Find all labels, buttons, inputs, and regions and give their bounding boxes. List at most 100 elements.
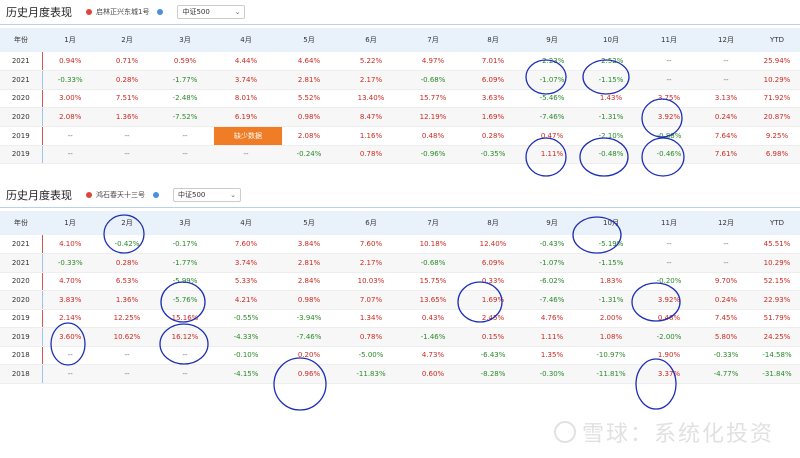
column-header: 12月 <box>698 211 754 235</box>
ytd-cell: -31.84% <box>754 364 800 384</box>
month-cell: 0.47% <box>522 126 582 146</box>
table-row: 2020 4.70% 6.53% -5.99% 5.33% 2.84% 10.03% 15.7… <box>0 272 800 291</box>
month-cell: -1.07% <box>522 253 582 273</box>
column-header: 3月 <box>156 211 214 235</box>
month-cell: 8.47% <box>340 107 402 127</box>
month-cell: -2.23% <box>522 52 582 71</box>
month-cell: 3.92% <box>640 290 698 310</box>
month-cell: 1.11% <box>522 145 582 164</box>
ytd-cell: 52.15% <box>754 272 800 291</box>
column-header: 10月 <box>582 211 640 235</box>
month-cell: -- <box>41 145 98 164</box>
month-cell: -0.10% <box>214 346 278 365</box>
month-cell: 缺少数据 <box>214 126 282 146</box>
month-cell: 0.48% <box>640 309 698 328</box>
column-header: 8月 <box>464 28 522 52</box>
table-row: 2021 -0.33% 0.28% -1.77% 3.74% 2.81% 2.17% -0.6… <box>0 253 800 273</box>
month-cell: 12.40% <box>464 235 522 254</box>
column-header: 1月 <box>42 211 98 235</box>
month-cell: -11.81% <box>582 364 640 384</box>
panel-header: 历史月度表现 鸿石春天十三号 中证500 ⌄ <box>0 183 800 207</box>
month-cell: -- <box>41 126 98 146</box>
column-header: YTD <box>754 28 800 52</box>
year-cell: 2018 <box>0 364 42 384</box>
month-cell: -0.35% <box>464 145 522 164</box>
month-cell: 7.45% <box>698 309 754 328</box>
month-cell: 0.60% <box>402 364 464 384</box>
month-cell: -1.31% <box>582 290 640 310</box>
column-header: YTD <box>754 211 800 235</box>
month-cell: 0.71% <box>98 52 156 71</box>
month-cell: -5.00% <box>340 346 402 365</box>
month-cell: 15.16% <box>156 309 214 328</box>
month-cell: 13.65% <box>402 290 464 310</box>
month-cell: -0.46% <box>640 145 698 164</box>
month-cell: 2.17% <box>340 253 402 273</box>
month-cell: -7.46% <box>278 327 340 347</box>
month-cell: 15.77% <box>402 89 464 108</box>
benchmark-select[interactable]: 中证500 ⌄ <box>177 5 246 19</box>
month-cell: -2.10% <box>582 126 640 146</box>
legend-fund[interactable]: 启林正兴东城1号 <box>86 7 149 17</box>
month-cell: -0.48% <box>582 145 640 164</box>
month-cell: -0.96% <box>402 145 464 164</box>
month-cell: 9.70% <box>698 272 754 291</box>
month-cell: -5.19% <box>582 235 640 254</box>
month-cell: 7.64% <box>698 126 754 146</box>
month-cell: 0.78% <box>340 327 402 347</box>
month-cell: -- <box>156 126 214 146</box>
month-cell: -0.68% <box>402 253 464 273</box>
month-cell: 1.08% <box>582 327 640 347</box>
month-cell: 0.28% <box>98 253 156 273</box>
chevron-down-icon: ⌄ <box>234 8 241 16</box>
month-cell: 4.10% <box>41 235 98 254</box>
month-cell: -5.46% <box>522 89 582 108</box>
month-cell: 1.43% <box>582 89 640 108</box>
column-header: 4月 <box>214 211 278 235</box>
ytd-cell: 6.98% <box>754 145 800 164</box>
table-row: 2021 0.94% 0.71% 0.59% 4.44% 4.64% 5.22% 4.97% 7… <box>0 52 800 71</box>
benchmark-select[interactable]: 中证500 ⌄ <box>173 188 241 202</box>
month-cell: 12.25% <box>98 309 156 328</box>
index-dot-icon <box>153 192 159 198</box>
month-cell: -0.20% <box>640 272 698 291</box>
column-header: 8月 <box>464 211 522 235</box>
month-cell: 10.62% <box>98 327 156 347</box>
month-cell: 7.61% <box>698 145 754 164</box>
month-cell: 16.12% <box>156 327 214 347</box>
legend-index[interactable] <box>157 9 167 15</box>
column-header: 3月 <box>156 28 214 52</box>
panel-title: 历史月度表现 <box>6 6 72 19</box>
month-cell: -10.97% <box>582 346 640 365</box>
ytd-cell: 22.93% <box>754 290 800 310</box>
month-cell: 7.60% <box>214 235 278 254</box>
column-header: 7月 <box>402 211 464 235</box>
month-cell: -2.52% <box>582 52 640 71</box>
table-row: 2019 2.14% 12.25% 15.16% -0.55% -3.94% 1.34% 0.… <box>0 309 800 328</box>
month-cell: 1.35% <box>522 346 582 365</box>
month-cell: -0.33% <box>41 253 98 273</box>
table-row: 2019 -- -- -- -- -0.24% 0.78% -0.96% -0.35% 1.11%… <box>0 145 800 164</box>
month-cell: 8.01% <box>214 89 278 108</box>
watermark: 雪球：系统化投资 <box>553 416 774 448</box>
month-cell: 4.64% <box>278 52 340 71</box>
month-cell: -2.00% <box>640 327 698 347</box>
month-cell: 2.00% <box>582 309 640 328</box>
month-cell: 5.33% <box>214 272 278 291</box>
month-cell: 0.78% <box>340 145 402 164</box>
month-cell: -0.33% <box>698 346 754 365</box>
table-row: 2021 -0.33% 0.28% -1.77% 3.74% 2.81% 2.17% -0.6… <box>0 70 800 90</box>
table-row: 2020 3.00% 7.51% -2.48% 8.01% 5.52% 13.40% 15.7… <box>0 89 800 108</box>
month-cell: -- <box>698 52 754 71</box>
month-cell: 3.83% <box>41 290 98 310</box>
month-cell: -- <box>41 364 98 384</box>
month-cell: 4.76% <box>522 309 582 328</box>
table-row: 2019 -- -- -- 缺少数据 2.08% 1.16% 0.48% 0.28% 0.47% -… <box>0 126 800 146</box>
year-cell: 2020 <box>0 290 42 310</box>
month-cell: -3.94% <box>278 309 340 328</box>
month-cell: 2.84% <box>278 272 340 291</box>
month-cell: -- <box>640 253 698 273</box>
month-cell: -- <box>640 70 698 90</box>
legend-fund[interactable]: 鸿石春天十三号 <box>86 190 145 200</box>
legend-index[interactable] <box>153 192 163 198</box>
